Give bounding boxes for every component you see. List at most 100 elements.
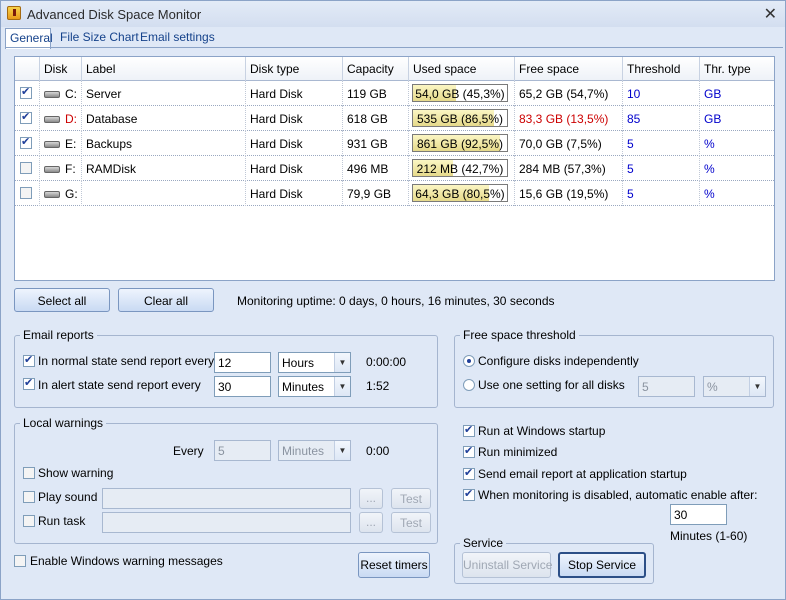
disk-type: Hard Disk [250,187,303,201]
uninstall-service-button[interactable]: Uninstall Service [462,552,552,578]
header-disk-type[interactable]: Disk type [245,57,342,81]
label-cell[interactable]: Database [81,106,245,131]
warning-unit-value: Minutes [282,444,325,458]
auto-enable-hint: Minutes (1-60) [670,529,748,543]
table-row[interactable]: D: Database Hard Disk 618 GB 535 GB (86,5%) 8… [15,106,774,131]
disk-type-cell: Hard Disk [245,131,342,156]
row-checkbox-cell[interactable] [15,131,39,156]
threshold-type: % [704,187,715,201]
disk-label: Backups [86,137,133,151]
free-space-cell: 284 MB (57,3%) [514,156,622,181]
auto-enable-checkbox[interactable] [463,487,475,501]
free-space-threshold-title: Free space threshold [463,328,576,342]
threshold-cell[interactable]: 5 [622,131,699,156]
alert-report-unit-value: Minutes [282,380,325,394]
normal-report-checkbox[interactable] [23,353,35,367]
disk-type-cell: Hard Disk [245,81,342,106]
used-space-text: 54,0 GB (45,3%) [415,87,505,101]
hard-disk-icon [44,166,60,174]
threshold-unit-select[interactable]: % ▼ [703,376,766,397]
label-cell[interactable]: Server [81,81,245,106]
free-space: 70,0 GB (7,5%) [519,137,602,151]
enable-windows-warnings-checkbox[interactable] [14,555,26,567]
task-file-input[interactable] [102,512,351,533]
play-sound-checkbox[interactable] [23,491,35,503]
header-threshold[interactable]: Threshold [622,57,699,81]
thr-type-cell[interactable]: % [699,156,774,181]
label-cell[interactable]: Backups [81,131,245,156]
table-row[interactable]: G: Hard Disk 79,9 GB 64,3 GB (80,5%) 15,6 GB… [15,181,774,206]
normal-report-interval-input[interactable]: 12 [214,352,271,373]
chevron-down-icon: ▼ [749,377,765,396]
thr-type-cell[interactable]: % [699,181,774,206]
reset-timers-button[interactable]: Reset timers [358,552,430,578]
header-free-space[interactable]: Free space [514,57,622,81]
tab-email-settings[interactable]: Email settings [136,28,219,48]
used-space-cell: 535 GB (86,5%) [408,106,514,131]
row-checkbox[interactable] [20,135,32,149]
row-checkbox-cell[interactable] [15,106,39,131]
row-checkbox-cell[interactable] [15,156,39,181]
table-row[interactable]: F: RAMDisk Hard Disk 496 MB 212 MB (42,7%) 28… [15,156,774,181]
header-capacity[interactable]: Capacity [342,57,408,81]
header-used-space[interactable]: Used space [408,57,514,81]
stop-service-button[interactable]: Stop Service [558,552,646,578]
thr-type-cell[interactable]: % [699,131,774,156]
send-report-startup-checkbox[interactable] [463,466,475,480]
select-all-button[interactable]: Select all [14,288,110,312]
disk-grid[interactable]: Disk Label Disk type Capacity Used space… [14,56,775,281]
disk-label: Server [86,87,122,101]
used-space-cell: 861 GB (92,5%) [408,131,514,156]
run-minimized-checkbox[interactable] [463,444,475,458]
test-sound-button[interactable]: Test [391,488,431,509]
threshold-cell[interactable]: 10 [622,81,699,106]
configure-independently-radio[interactable] [463,355,475,367]
run-task-checkbox[interactable] [23,515,35,527]
label-cell[interactable] [81,181,245,206]
threshold-cell[interactable]: 5 [622,181,699,206]
show-warning-checkbox[interactable] [23,467,35,479]
threshold-cell[interactable]: 85 [622,106,699,131]
table-row[interactable]: C: Server Hard Disk 119 GB 54,0 GB (45,3%) 65… [15,81,774,106]
tab-general[interactable]: General [5,28,53,49]
threshold-cell[interactable]: 5 [622,156,699,181]
local-warnings-title: Local warnings [23,416,104,430]
row-checkbox[interactable] [20,162,32,174]
threshold-value-input[interactable]: 5 [638,376,695,397]
browse-task-button[interactable]: ... [359,512,383,533]
run-at-startup-checkbox[interactable] [463,423,475,437]
table-row[interactable]: E: Backups Hard Disk 931 GB 861 GB (92,5%) 70… [15,131,774,156]
header-disk[interactable]: Disk [39,57,81,81]
enable-windows-warnings-label: Enable Windows warning messages [30,554,223,568]
test-task-button[interactable]: Test [391,512,431,533]
label-cell[interactable]: RAMDisk [81,156,245,181]
alert-report-label: In alert state send report every [38,378,201,392]
row-checkbox[interactable] [20,85,32,99]
row-checkbox[interactable] [20,187,32,199]
row-checkbox-cell[interactable] [15,181,39,206]
thr-type-cell[interactable]: GB [699,106,774,131]
window-title: Advanced Disk Space Monitor [27,7,202,22]
alert-report-interval-input[interactable]: 30 [214,376,271,397]
free-space-cell: 70,0 GB (7,5%) [514,131,622,156]
alert-report-checkbox[interactable] [23,376,35,390]
one-setting-radio[interactable] [463,379,475,391]
disk-type-cell: Hard Disk [245,181,342,206]
auto-enable-minutes-input[interactable]: 30 [670,504,727,525]
header-label[interactable]: Label [81,57,245,81]
used-space-cell: 64,3 GB (80,5%) [408,181,514,206]
normal-report-unit-select[interactable]: Hours ▼ [278,352,351,373]
disk-cell: D: [39,106,81,131]
alert-report-unit-select[interactable]: Minutes ▼ [278,376,351,397]
tab-file-size-chart[interactable]: File Size Chart [56,28,143,48]
header-thr-type[interactable]: Thr. type [699,57,774,81]
sound-file-input[interactable] [102,488,351,509]
browse-sound-button[interactable]: ... [359,488,383,509]
row-checkbox[interactable] [20,110,32,124]
warning-unit-select[interactable]: Minutes ▼ [278,440,351,461]
close-icon[interactable]: ✕ [764,4,777,24]
clear-all-button[interactable]: Clear all [118,288,214,312]
thr-type-cell[interactable]: GB [699,81,774,106]
row-checkbox-cell[interactable] [15,81,39,106]
warning-interval-input[interactable]: 5 [214,440,271,461]
